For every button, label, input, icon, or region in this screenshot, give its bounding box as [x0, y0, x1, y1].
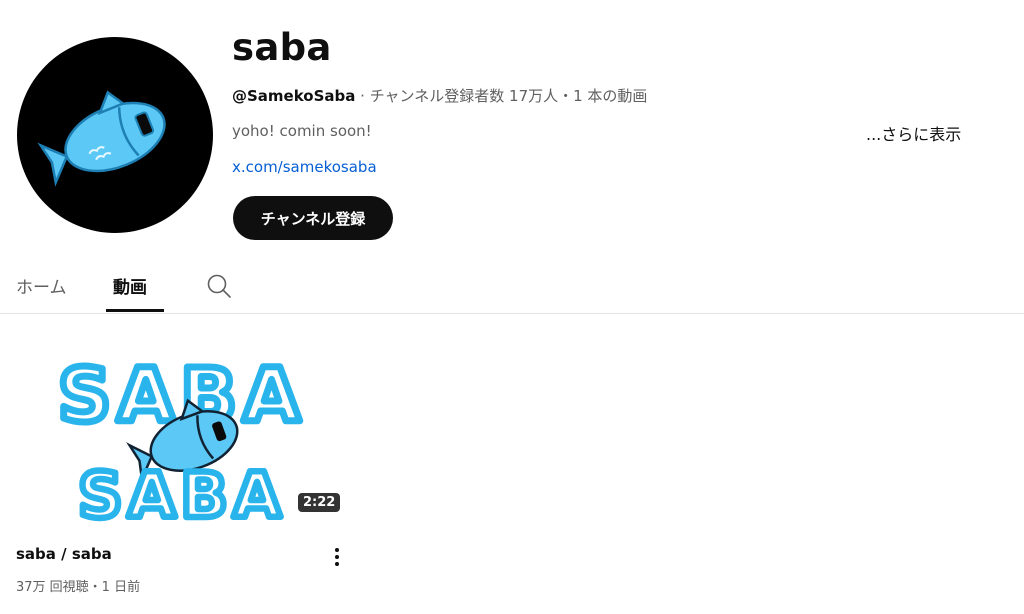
- fish-avatar-icon: [37, 90, 166, 187]
- subscribe-button[interactable]: チャンネル登録: [233, 196, 393, 240]
- active-tab-indicator: [106, 309, 164, 312]
- channel-stats: · チャンネル登録者数 17万人・1 本の動画: [355, 87, 648, 105]
- channel-tabs: ホーム 動画: [0, 259, 1024, 314]
- channel-meta: @SamekoSaba · チャンネル登録者数 17万人・1 本の動画: [232, 85, 647, 106]
- channel-description: yoho! comin soon!: [232, 122, 372, 140]
- show-more-link[interactable]: ...さらに表示: [866, 121, 961, 145]
- video-duration: 2:22: [298, 493, 341, 512]
- video-title[interactable]: saba / saba: [16, 545, 112, 563]
- channel-external-link[interactable]: x.com/samekosaba: [232, 158, 377, 176]
- tab-home[interactable]: ホーム: [16, 273, 67, 298]
- search-icon[interactable]: [204, 271, 234, 301]
- channel-name: saba: [232, 26, 332, 69]
- thumbnail-text-bottom: SABA: [78, 459, 286, 527]
- video-meta: 37万 回視聴・1 日前: [16, 580, 141, 595]
- channel-handle: @SamekoSaba: [232, 87, 356, 105]
- more-vert-icon[interactable]: [326, 543, 348, 573]
- channel-avatar: [17, 37, 213, 233]
- tab-videos[interactable]: 動画: [113, 273, 147, 298]
